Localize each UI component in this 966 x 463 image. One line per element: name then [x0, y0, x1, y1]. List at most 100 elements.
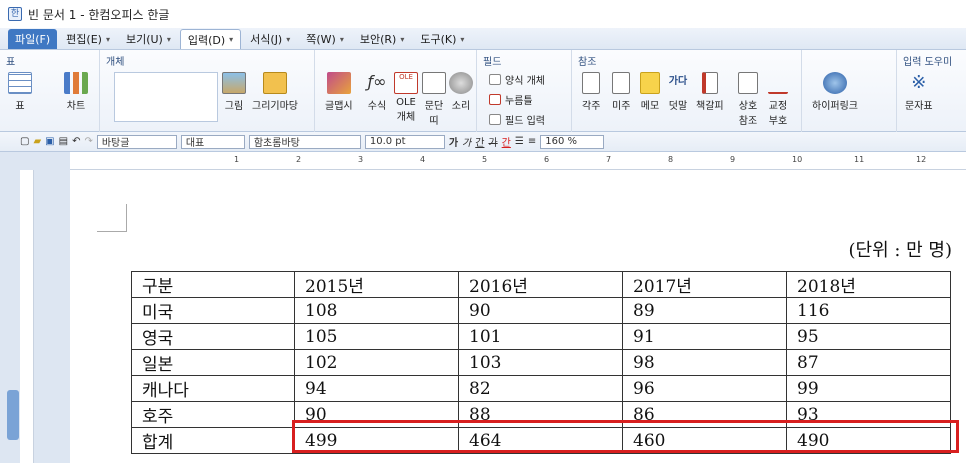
ruler-label: 7	[606, 155, 612, 164]
chart-button-label: 차트	[66, 101, 86, 112]
table-cell[interactable]: 미국	[131, 297, 295, 324]
footnote-button[interactable]: 각주	[582, 72, 600, 112]
speaker-icon	[449, 72, 473, 94]
menu-edit[interactable]: 편집(E) ▾	[59, 29, 117, 49]
table-header-cell[interactable]: 2017년	[622, 271, 787, 298]
shapes-gallery[interactable]	[114, 72, 218, 122]
font-color-button[interactable]: 간	[502, 135, 511, 149]
table-cell[interactable]: 105	[294, 323, 459, 350]
proofread-label: 교정 부호	[768, 101, 788, 127]
table-cell[interactable]: 99	[786, 375, 951, 402]
vertical-ruler	[20, 170, 34, 463]
italic-button[interactable]: 가	[462, 135, 471, 149]
menu-format-label: 서식(J)	[250, 33, 283, 46]
table-header-cell[interactable]: 2015년	[294, 271, 459, 298]
zoom-field[interactable]: 160 %	[540, 134, 605, 149]
side-panel-tab[interactable]	[7, 390, 19, 440]
table-cell[interactable]: 116	[786, 297, 951, 324]
table-cell[interactable]: 영국	[131, 323, 295, 350]
save-icon[interactable]: ▣	[45, 135, 54, 149]
table-cell[interactable]: 94	[294, 375, 459, 402]
hyperlink-label: 하이퍼링크	[812, 101, 858, 112]
print-icon[interactable]: ▤	[59, 135, 68, 149]
chart-button[interactable]: 차트	[64, 72, 88, 112]
table-header-cell[interactable]: 2018년	[786, 271, 951, 298]
symbol-button[interactable]: ※ 문자표	[905, 72, 933, 112]
table-cell[interactable]: 96	[622, 375, 787, 402]
ole-button-label: OLE 개체	[396, 97, 416, 123]
ole-button[interactable]: OLE OLE 개체	[393, 72, 419, 123]
new-doc-icon[interactable]: ▢	[20, 135, 29, 149]
ruler-label: 3	[358, 155, 364, 164]
table-cell[interactable]: 102	[294, 349, 459, 376]
chevron-down-icon: ▾	[166, 34, 171, 44]
paragraph-band-button[interactable]: 문단 띠	[422, 72, 446, 127]
table-cell[interactable]: 호주	[131, 401, 295, 428]
ruler-label: 6	[544, 155, 550, 164]
menu-security-label: 보안(R)	[359, 33, 397, 46]
table-cell[interactable]: 89	[622, 297, 787, 324]
strike-button[interactable]: 가	[488, 135, 497, 149]
menu-format[interactable]: 서식(J) ▾	[243, 29, 297, 49]
font-size-value: 10.0	[369, 136, 393, 147]
cross-ref-button[interactable]: 상호 참조	[736, 72, 760, 127]
ruby-button[interactable]: 가다 덧말	[668, 72, 688, 112]
style-select[interactable]: 바탕글	[96, 134, 177, 149]
table-button[interactable]: 표	[8, 72, 32, 112]
proofread-icon	[768, 72, 788, 94]
endnote-button[interactable]: 미주	[612, 72, 630, 112]
menu-tools[interactable]: 도구(K) ▾	[413, 29, 471, 49]
wordart-button[interactable]: 글맵시	[325, 72, 353, 112]
menu-view[interactable]: 보기(U) ▾	[119, 29, 178, 49]
table-header-cell[interactable]: 2016년	[458, 271, 623, 298]
drawing-button[interactable]: 그리기마당	[252, 72, 298, 112]
picture-button[interactable]: 그림	[222, 72, 246, 112]
table-cell[interactable]: 108	[294, 297, 459, 324]
menu-security[interactable]: 보안(R) ▾	[353, 29, 411, 49]
table-cell[interactable]: 98	[622, 349, 787, 376]
field-input-button[interactable]: 필드 입력	[489, 112, 545, 127]
proofread-button[interactable]: 교정 부호	[764, 72, 792, 127]
table-cell[interactable]: 91	[622, 323, 787, 350]
table-cell[interactable]: 103	[458, 349, 623, 376]
ribbon-group-text: 글맵시 ƒ∞ 수식 OLE OLE 개체 문단 띠 소리	[315, 50, 477, 132]
bold-button[interactable]: 가	[449, 135, 458, 149]
clickhere-button[interactable]: 누름틀	[489, 92, 533, 107]
hyperlink-button[interactable]: 하이퍼링크	[812, 72, 858, 112]
table-cell[interactable]: 캐나다	[131, 375, 295, 402]
underline-button[interactable]: 간	[475, 135, 484, 149]
memo-button[interactable]: 메모	[640, 72, 660, 112]
menu-file[interactable]: 파일(F)	[8, 29, 58, 49]
menu-input[interactable]: 입력(D) ▾	[179, 29, 242, 49]
hwp-app-icon[interactable]: 한	[8, 7, 22, 21]
align-justify-icon[interactable]: ☰	[515, 135, 524, 149]
font-select[interactable]: 함초롬바탕	[248, 134, 361, 149]
table-cell[interactable]: 90	[458, 297, 623, 324]
group-title-object: 개체	[106, 57, 125, 68]
menu-page[interactable]: 쪽(W) ▾	[299, 29, 351, 49]
table-row: 미국 108 90 89 116	[131, 297, 951, 324]
align-left-icon[interactable]: ≡	[528, 135, 536, 149]
sound-button[interactable]: 소리	[449, 72, 473, 112]
ruler-label: 11	[854, 155, 865, 164]
equation-button[interactable]: ƒ∞ 수식	[365, 72, 389, 112]
endnote-label: 미주	[612, 101, 631, 112]
redo-icon[interactable]: ↷	[84, 135, 92, 149]
table-cell[interactable]: 일본	[131, 349, 295, 376]
undo-icon[interactable]: ↶	[72, 135, 80, 149]
open-folder-icon[interactable]: ▰	[33, 135, 41, 149]
table-cell[interactable]: 합계	[131, 427, 295, 454]
style-select-value: 바탕글	[101, 138, 130, 149]
bookmark-button[interactable]: 책갈피	[696, 72, 724, 112]
form-object-button[interactable]: 양식 개체	[489, 72, 545, 87]
lang-select[interactable]: 대표	[180, 134, 245, 149]
font-size-field[interactable]: 10.0 pt	[364, 134, 445, 149]
font-size-unit: pt	[395, 136, 406, 147]
bookmark-icon	[701, 72, 718, 94]
table-header-cell[interactable]: 구분	[131, 271, 295, 298]
table-cell[interactable]: 87	[786, 349, 951, 376]
wordart-icon	[326, 72, 351, 94]
table-cell[interactable]: 95	[786, 323, 951, 350]
table-cell[interactable]: 101	[458, 323, 623, 350]
table-cell[interactable]: 82	[458, 375, 623, 402]
